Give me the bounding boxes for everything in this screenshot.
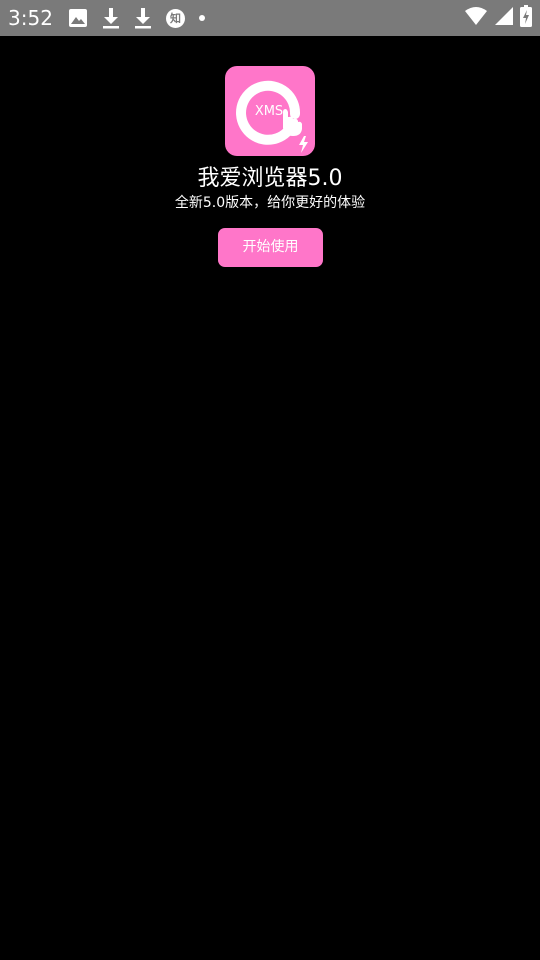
- logo-text: XMS: [255, 104, 283, 119]
- screen: 3:52 知 XMS 我爱浏览器5.0 全新5.0版本，给你更好的体验 开始使用: [0, 0, 540, 960]
- app-subtitle: 全新5.0版本，给你更好的体验: [174, 195, 366, 211]
- signal-icon: [494, 6, 514, 30]
- notification-icons: 知: [68, 7, 205, 29]
- status-bar: 3:52 知: [0, 0, 540, 36]
- status-time: 3:52: [8, 6, 53, 30]
- app-title: 我爱浏览器5.0: [197, 166, 343, 191]
- app-logo: XMS: [225, 66, 315, 156]
- dot-icon: [199, 15, 205, 21]
- start-button[interactable]: 开始使用: [218, 228, 323, 267]
- wifi-icon: [464, 6, 488, 30]
- system-icons: [464, 5, 532, 31]
- download-icon: [134, 7, 152, 29]
- battery-charging-icon: [520, 5, 532, 31]
- image-icon: [68, 8, 88, 28]
- zhihu-icon: 知: [166, 8, 185, 28]
- download-icon: [102, 7, 120, 29]
